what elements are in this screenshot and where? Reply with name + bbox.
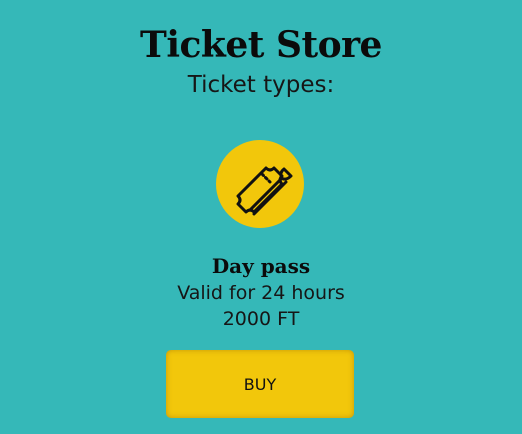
ticket-description: Valid for 24 hours	[177, 282, 345, 304]
ticket-price: 2000 FT	[222, 308, 300, 330]
ticket-icon	[236, 166, 293, 216]
page-title: Ticket Store	[140, 24, 382, 66]
buy-button[interactable]: BUY	[166, 350, 354, 418]
ticket-icon-badge	[216, 140, 304, 228]
ticket-store-page: Ticket Store Ticket types: Day pass Vali…	[0, 0, 522, 434]
ticket-types-heading: Ticket types:	[187, 72, 335, 98]
ticket-name: Day pass	[211, 254, 311, 278]
